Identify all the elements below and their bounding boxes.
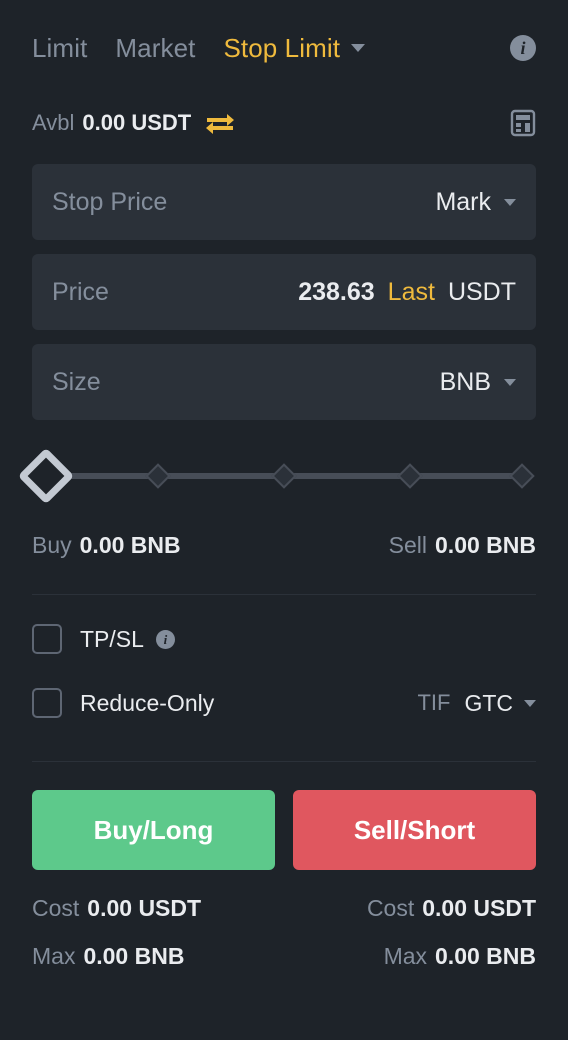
sell-cost: Cost 0.00 USDT [367,895,536,922]
sell-quantity-label: Sell [388,531,428,558]
tpsl-checkbox[interactable] [32,624,62,654]
chevron-down-icon[interactable] [504,378,516,386]
reduce-only-label: Reduce-Only [80,689,215,716]
size-unit-value: BNB [439,367,491,396]
buy-max: Max 0.00 BNB [32,943,184,970]
tab-stop-limit[interactable]: Stop Limit [223,32,366,64]
buy-max-label: Max [32,942,76,969]
stop-price-trigger-select[interactable]: Mark [435,188,516,217]
tab-market[interactable]: Market [115,33,195,64]
cost-row: Cost 0.00 USDT Cost 0.00 USDT [32,884,536,932]
divider-bottom [32,761,536,762]
tif-value[interactable]: GTC [464,690,513,717]
buy-quantity-label: Buy [32,531,72,558]
available-balance-row: Avbl 0.00 USDT [32,96,536,150]
buy-quantity-value: 0.00 BNB [79,531,181,558]
slider-tick-75[interactable] [397,463,423,489]
price-placeholder[interactable]: Price [52,278,298,307]
buy-cost-label: Cost [32,894,80,921]
stop-price-field[interactable]: Stop Price Mark [32,164,536,240]
sell-max-label: Max [383,942,428,969]
size-percent-slider[interactable] [17,430,536,522]
order-type-tabs: Limit Market Stop Limit i [32,0,536,96]
sell-max: Max 0.00 BNB [384,943,536,970]
slider-tick-50[interactable] [271,463,297,489]
buy-cost: Cost 0.00 USDT [32,895,201,922]
info-icon[interactable]: i [510,35,536,61]
price-source-button[interactable]: Last [388,278,435,307]
quantity-summary-row: Buy 0.00 BNB Sell 0.00 BNB [32,522,536,568]
sell-cost-label: Cost [366,894,415,921]
calculator-icon[interactable] [510,109,536,137]
tif-label: TIF [417,690,451,715]
tpsl-info-icon[interactable]: i [155,629,175,649]
sell-quantity: Sell 0.00 BNB [389,532,536,559]
sell-short-button[interactable]: Sell/Short [293,790,536,870]
sell-max-value: 0.00 BNB [435,942,536,969]
divider-top [32,594,536,595]
size-placeholder[interactable]: Size [52,368,440,397]
tpsl-row[interactable]: TP/SL i [32,607,536,671]
sell-quantity-value: 0.00 BNB [435,531,536,558]
slider-tick-100[interactable] [509,463,535,489]
slider-tick-25[interactable] [145,463,171,489]
tab-stop-limit-label: Stop Limit [223,32,341,63]
stop-price-placeholder[interactable]: Stop Price [52,188,435,217]
size-field[interactable]: Size BNB [32,344,536,420]
slider-handle[interactable] [17,447,75,505]
chevron-down-icon[interactable] [351,44,366,52]
price-value[interactable]: 238.63 [298,278,374,307]
tab-limit[interactable]: Limit [32,33,87,64]
available-balance-value: 0.00 USDT [82,110,192,135]
chevron-down-icon[interactable] [524,699,536,707]
action-buttons: Buy/Long Sell/Short [32,790,536,870]
size-unit-select[interactable]: BNB [440,368,516,397]
tpsl-label: TP/SL [80,625,144,652]
available-balance-label: Avbl [32,110,75,135]
buy-cost-value: 0.00 USDT [87,894,202,921]
price-field[interactable]: Price 238.63 Last USDT [32,254,536,330]
sell-cost-value: 0.00 USDT [422,894,536,921]
buy-max-value: 0.00 BNB [83,942,185,969]
max-row: Max 0.00 BNB Max 0.00 BNB [32,932,536,980]
chevron-down-icon[interactable] [504,198,516,206]
transfer-arrows-icon[interactable] [205,111,235,135]
stop-price-trigger-value: Mark [435,187,491,216]
reduce-only-row[interactable]: Reduce-Only TIF GTC [32,671,536,735]
order-entry-panel: Limit Market Stop Limit i Avbl 0.00 USDT [0,0,568,1040]
buy-long-button[interactable]: Buy/Long [32,790,275,870]
price-unit: USDT [447,277,516,306]
reduce-only-checkbox[interactable] [32,688,62,718]
price-field-controls: 238.63 Last USDT [298,278,516,307]
buy-quantity: Buy 0.00 BNB [32,532,181,559]
